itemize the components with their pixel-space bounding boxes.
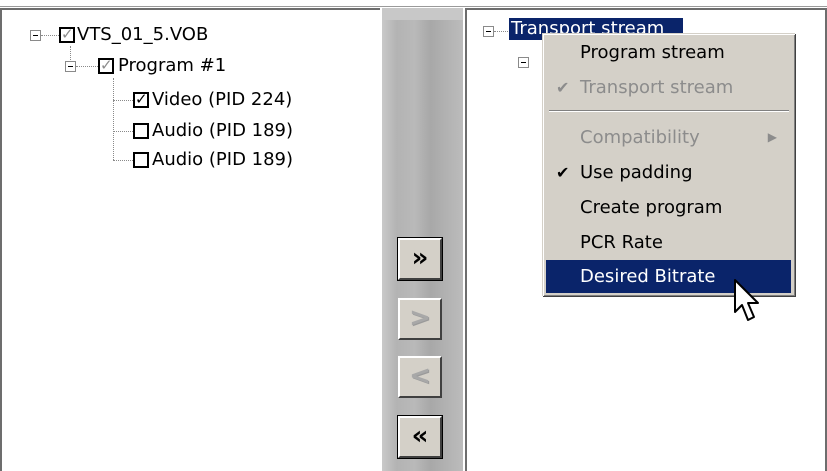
- collapse-icon[interactable]: [65, 61, 76, 72]
- menu-item-label: Compatibility: [580, 127, 700, 148]
- top-border: [0, 0, 827, 8]
- stream-checkbox-audio-1[interactable]: [133, 123, 149, 139]
- root-node-label[interactable]: VTS_01_5.VOB: [77, 24, 208, 46]
- tree-line: [494, 31, 508, 32]
- menu-separator: [549, 110, 789, 112]
- menu-item-program-stream[interactable]: Program stream: [546, 36, 791, 69]
- remove-all-button[interactable]: «: [397, 415, 443, 459]
- submenu-arrow-icon: ▶: [767, 130, 777, 144]
- stream-label-video[interactable]: Video (PID 224): [152, 89, 292, 111]
- context-menu: Program stream ✔ Transport stream Compat…: [542, 33, 795, 296]
- stream-label-audio-1[interactable]: Audio (PID 189): [152, 120, 293, 142]
- tree-line: [41, 35, 59, 36]
- remove-one-button[interactable]: <: [398, 356, 442, 398]
- check-icon: ✔: [556, 78, 570, 97]
- check-icon: ✔: [556, 163, 570, 182]
- menu-item-pcr-rate[interactable]: PCR Rate: [546, 226, 791, 259]
- collapse-icon[interactable]: [483, 26, 494, 37]
- menu-item-label: Use padding: [580, 162, 693, 183]
- mouse-cursor-icon: [734, 279, 759, 321]
- menu-item-label: Create program: [580, 197, 723, 218]
- source-tree-pane[interactable]: [0, 8, 380, 471]
- add-all-button[interactable]: »: [397, 237, 443, 281]
- collapse-icon[interactable]: [30, 30, 41, 41]
- stream-label-audio-2[interactable]: Audio (PID 189): [152, 149, 293, 171]
- tree-line: [113, 160, 133, 161]
- program-node-label[interactable]: Program #1: [118, 55, 226, 77]
- menu-item-compatibility[interactable]: Compatibility ▶: [546, 121, 791, 154]
- program-checkbox[interactable]: [98, 56, 114, 74]
- collapse-icon[interactable]: [518, 57, 529, 68]
- tree-line: [113, 78, 114, 160]
- tree-line: [113, 100, 133, 101]
- menu-item-label: Transport stream: [580, 77, 734, 98]
- menu-item-transport-stream[interactable]: ✔ Transport stream: [546, 71, 791, 104]
- menu-item-label: PCR Rate: [580, 232, 663, 253]
- tree-line: [113, 131, 133, 132]
- add-one-button[interactable]: >: [398, 298, 442, 340]
- tree-line: [76, 66, 98, 67]
- menu-item-create-program[interactable]: Create program: [546, 191, 791, 224]
- root-checkbox[interactable]: [59, 25, 75, 43]
- stream-checkbox-video[interactable]: [133, 90, 149, 108]
- menu-item-label: Program stream: [580, 42, 725, 63]
- menu-item-label: Desired Bitrate: [580, 266, 716, 287]
- stream-checkbox-audio-2[interactable]: [133, 152, 149, 168]
- menu-item-use-padding[interactable]: ✔ Use padding: [546, 156, 791, 189]
